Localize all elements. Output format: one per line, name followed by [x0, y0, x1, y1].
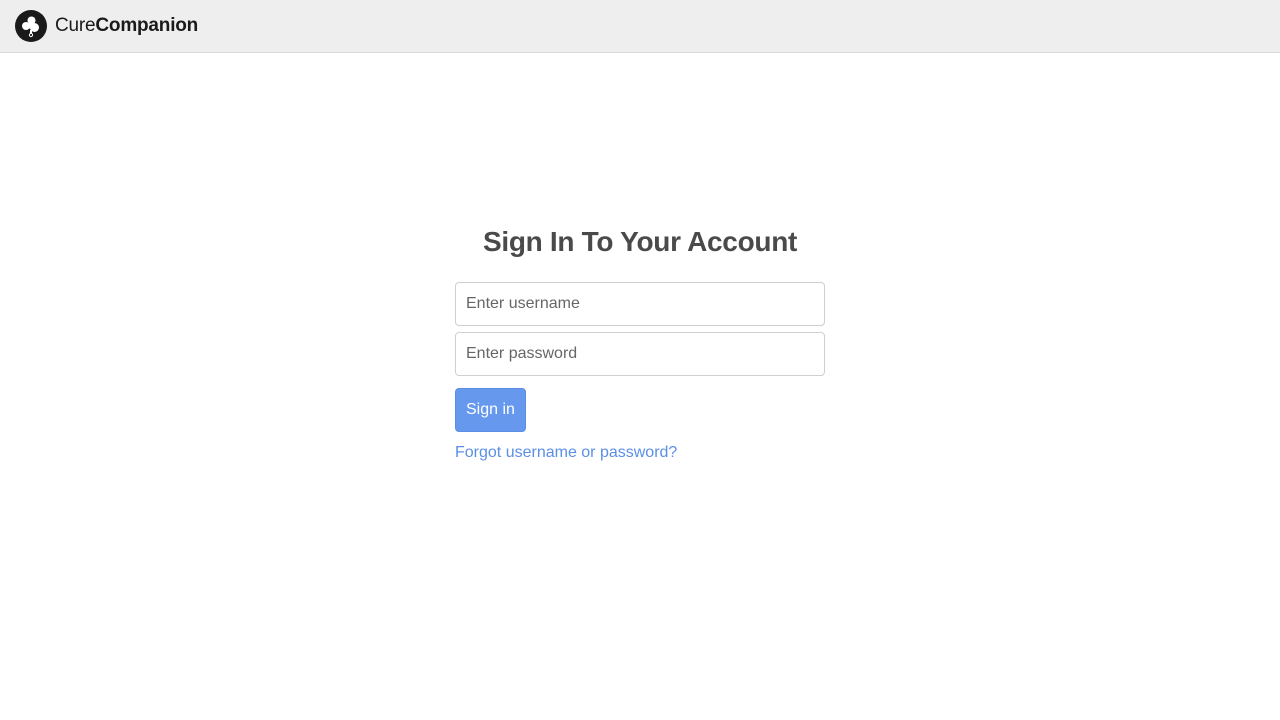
brand-home-link[interactable]: CureCompanion	[15, 10, 198, 42]
sign-in-button[interactable]: Sign in	[455, 388, 526, 432]
password-input[interactable]	[455, 332, 825, 376]
cure-companion-logo-icon	[15, 10, 47, 42]
brand-name: CureCompanion	[55, 15, 198, 37]
signin-form: Sign In To Your Account Sign in Forgot u…	[455, 222, 825, 462]
username-input[interactable]	[455, 282, 825, 326]
page-title: Sign In To Your Account	[482, 226, 798, 257]
top-navbar: CureCompanion	[0, 0, 1280, 53]
brand-name-bold: Companion	[95, 15, 199, 36]
brand-name-light: Cure	[55, 15, 96, 36]
forgot-credentials-link[interactable]: Forgot username or password?	[455, 444, 677, 462]
